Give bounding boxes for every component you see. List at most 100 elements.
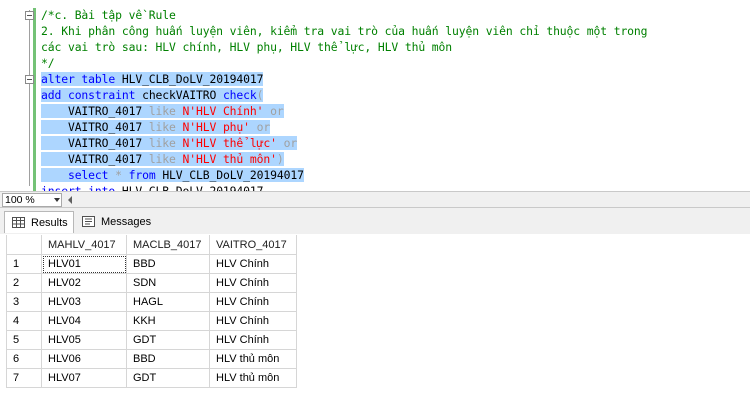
row-number[interactable]: 1 [6,254,42,274]
code-token: VAITRO_4017 [41,120,149,134]
row-number[interactable]: 4 [6,311,42,331]
code-line[interactable]: 2. Khi phân công huấn luyện viên, kiểm t… [41,23,648,39]
results-grid[interactable]: MAHLV_4017 MACLB_4017 VAITRO_4017 1 HLV01 BB… [0,234,750,416]
code-token: HLV_CLB_DoLV_20194017 [121,184,264,191]
collapse-comment-icon[interactable] [25,11,34,20]
table-cell[interactable]: HLV Chính [209,273,297,293]
code-token: insert into [41,184,122,191]
table-row[interactable]: 6 HLV06 BBD HLV thủ môn [6,349,297,369]
table-cell[interactable]: HAGL [126,292,210,312]
table-row[interactable]: 3 HLV03 HAGL HLV Chính [6,292,297,312]
code-token: ( [256,88,264,102]
table-cell[interactable]: HLV Chính [209,311,297,331]
row-number[interactable]: 2 [6,273,42,293]
code-line[interactable]: VAITRO_4017 like N'HLV Chính' or [41,103,284,119]
table-cell[interactable]: HLV05 [41,330,127,350]
tab-results[interactable]: Results [4,211,74,233]
table-cell[interactable]: GDT [126,368,210,388]
table-cell[interactable]: HLV Chính [209,292,297,312]
code-token: checkVAITRO [142,88,223,102]
column-header[interactable]: VAITRO_4017 [209,235,297,255]
table-cell[interactable]: KKH [126,311,210,331]
tab-messages[interactable]: Messages [75,211,157,233]
result-tabs: Results Messages [0,208,750,234]
row-number[interactable]: 6 [6,349,42,369]
table-cell[interactable]: SDN [126,273,210,293]
horizontal-scrollbar[interactable] [66,195,186,205]
table-cell[interactable]: HLV07 [41,368,127,388]
query-editor[interactable]: /*c. Bài tập về Rule 2. Khi phân công huấ… [0,0,750,191]
code-token: HLV_CLB_DoLV_20194017 [121,72,264,86]
collapse-statement-icon[interactable] [25,75,34,84]
code-token: or [249,120,271,134]
table-cell[interactable]: HLV02 [41,273,127,293]
table-row[interactable]: 4 HLV04 KKH HLV Chính [6,311,297,331]
code-token: from [128,168,163,182]
code-line[interactable]: add constraint checkVAITRO check( [41,87,264,103]
messages-icon [82,216,95,227]
table-cell[interactable]: HLV01 [41,254,127,274]
code-token: like [148,120,183,134]
code-token: check [222,88,257,102]
code-token: VAITRO_4017 [41,152,149,166]
code-token: /*c. Bài tập về Rule [41,8,176,22]
code-line[interactable]: các vai trò sau: HLV chính, HLV phụ, HLV… [41,39,452,55]
code-line[interactable]: */ [41,55,55,71]
code-token: VAITRO_4017 [41,104,149,118]
code-token: like [148,104,183,118]
tab-results-label: Results [31,217,68,229]
table-cell[interactable]: BBD [126,349,210,369]
table-row[interactable]: 7 HLV07 GDT HLV thủ môn [6,368,297,388]
table-cell[interactable]: HLV06 [41,349,127,369]
table-row[interactable]: 1 HLV01 BBD HLV Chính [6,254,297,274]
code-line[interactable]: insert into HLV_CLB_DoLV_20194017 [41,183,263,191]
table-row[interactable]: 2 HLV02 SDN HLV Chính [6,273,297,293]
code-line[interactable]: VAITRO_4017 like N'HLV phụ' or [41,119,270,135]
header-row: MAHLV_4017 MACLB_4017 VAITRO_4017 [6,235,297,255]
column-header[interactable]: MACLB_4017 [126,235,210,255]
code-token: like [148,136,183,150]
code-token: */ [41,56,55,70]
code-line[interactable]: select * from HLV_CLB_DoLV_20194017 [41,167,304,183]
table-cell[interactable]: HLV Chính [209,330,297,350]
tab-messages-label: Messages [101,216,152,228]
code-token: các vai trò sau: HLV chính, HLV phụ, HLV… [41,40,453,54]
code-token: 2. Khi phân công huấn luyện viên, kiểm t… [41,24,648,38]
code-token: like [148,152,183,166]
table-cell[interactable]: BBD [126,254,210,274]
table-cell[interactable]: HLV03 [41,292,127,312]
code-line[interactable]: VAITRO_4017 like N'HLV thủ môn') [41,151,284,167]
code-token: N'HLV thủ môn' [182,152,277,166]
column-header[interactable]: MAHLV_4017 [41,235,127,255]
code-token: N'HLV thể lực' [182,136,277,150]
code-line[interactable]: VAITRO_4017 like N'HLV thể lực' or [41,135,297,151]
row-number[interactable]: 7 [6,368,42,388]
code-token: ) [276,152,284,166]
code-token: alter table [41,72,122,86]
code-token: HLV_CLB_DoLV_20194017 [162,168,304,182]
code-token: or [263,104,284,118]
table-row[interactable]: 5 HLV05 GDT HLV Chính [6,330,297,350]
chevron-down-icon[interactable] [54,198,60,202]
change-tracking-bar [33,8,36,191]
code-token: or [276,136,298,150]
code-line[interactable]: /*c. Bài tập về Rule [41,7,176,23]
row-number-header[interactable] [6,235,42,255]
scroll-left-icon[interactable] [68,196,72,204]
results-table: MAHLV_4017 MACLB_4017 VAITRO_4017 1 HLV01 BB… [6,235,297,388]
table-cell[interactable]: HLV thủ môn [209,368,297,388]
code-token: VAITRO_4017 [41,136,149,150]
table-cell[interactable]: HLV Chính [209,254,297,274]
code-token: N'HLV Chính' [182,104,264,118]
table-cell[interactable]: HLV thủ môn [209,349,297,369]
zoom-value: 100 % [5,194,35,206]
row-number[interactable]: 5 [6,330,42,350]
code-token: select [67,168,116,182]
zoom-select[interactable]: 100 % [2,193,62,207]
table-cell[interactable]: HLV04 [41,311,127,331]
outline-line [29,10,30,186]
code-line[interactable]: alter table HLV_CLB_DoLV_20194017 [41,71,263,87]
table-cell[interactable]: GDT [126,330,210,350]
row-number[interactable]: 3 [6,292,42,312]
